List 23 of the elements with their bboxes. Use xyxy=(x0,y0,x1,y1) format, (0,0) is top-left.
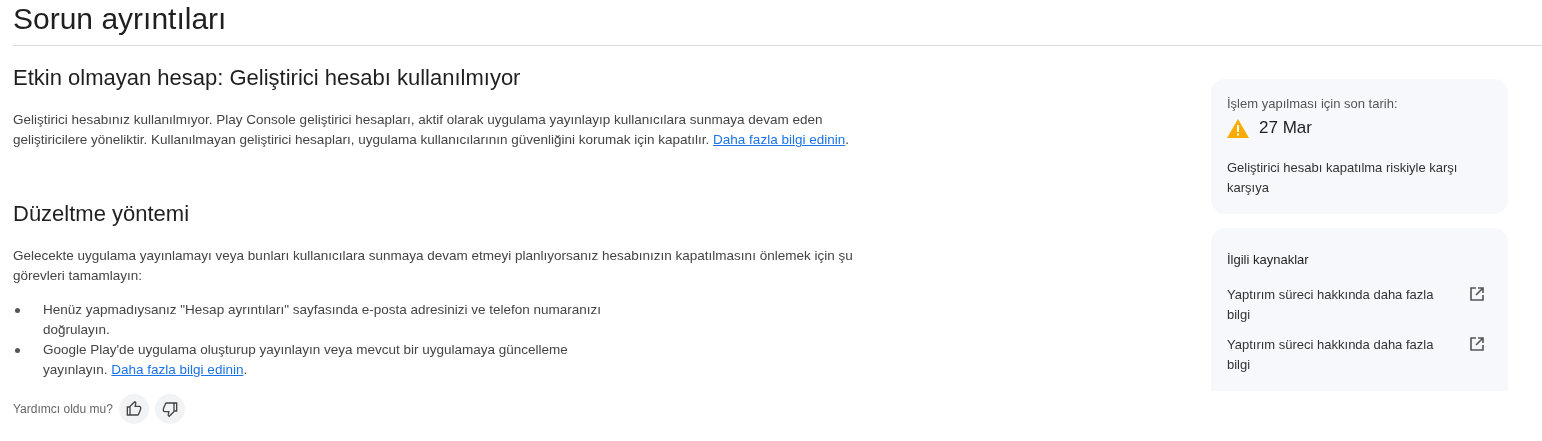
deadline-date: 27 Mar xyxy=(1259,118,1312,138)
resource-link[interactable]: Yaptırım süreci hakkında daha fazla bilgi xyxy=(1227,285,1452,325)
external-link-icon[interactable] xyxy=(1470,287,1484,301)
bullet-icon xyxy=(15,348,20,353)
thumbs-down-icon xyxy=(161,401,178,417)
bullet-icon xyxy=(15,308,20,313)
feedback-question: Yardımcı oldu mu? xyxy=(13,402,113,416)
deadline-label: İşlem yapılması için son tarih: xyxy=(1227,96,1399,111)
deadline-note: Geliştirici hesabı kapatılma riskiyle karşı karşıya xyxy=(1227,159,1459,197)
thumbs-up-button[interactable] xyxy=(118,394,149,424)
page-title: Sorun ayrıntıları xyxy=(13,1,228,37)
thumbs-up-icon xyxy=(125,401,142,417)
paragraph: Google Play'de uygulama oluşturup yayınlayın veya mevcut bir uygulamaya güncelleme yayınlayın. Daha fazla bilgi edinin. xyxy=(43,341,569,379)
paragraph: Henüz yapmadıysanız "Hesap ayrıntıları" sayfasında e-posta adresinizi ve telefon numaranızı doğrulayın. xyxy=(43,301,603,339)
warning-icon xyxy=(1227,118,1249,138)
section-heading: Etkin olmayan hesap: Geliştirici hesabı kullanılmıyor xyxy=(13,64,522,92)
paragraph: Gelecekte uygulama yayınlamayı veya bunları kullanıcılara sunmaya devam etmeyi planlıyorsanız hesabınızın kapatılmasını önlemek için şu görevleri tamamlayın: xyxy=(13,247,854,285)
resources-title: İlgili kaynaklar xyxy=(1227,252,1310,267)
thumbs-down-button[interactable] xyxy=(154,394,185,424)
resource-link[interactable]: Yaptırım süreci hakkında daha fazla bilgi xyxy=(1227,335,1452,375)
paragraph: Geliştirici hesabınız kullanılmıyor. Play Console geliştirici hesapları, aktif olarak uygulama yayınlayıp kullanıcılara sunmaya devam eden geliştiricilere yöneliktir. Kullanılmayan geliştirici hesapları, uygulama kullanıcılarının güvenliğini korumak için kapatılır. Daha fazla bilgi edinin. xyxy=(13,111,850,149)
section-heading: Düzeltme yöntemi xyxy=(13,200,191,228)
external-link-icon[interactable] xyxy=(1470,337,1484,351)
